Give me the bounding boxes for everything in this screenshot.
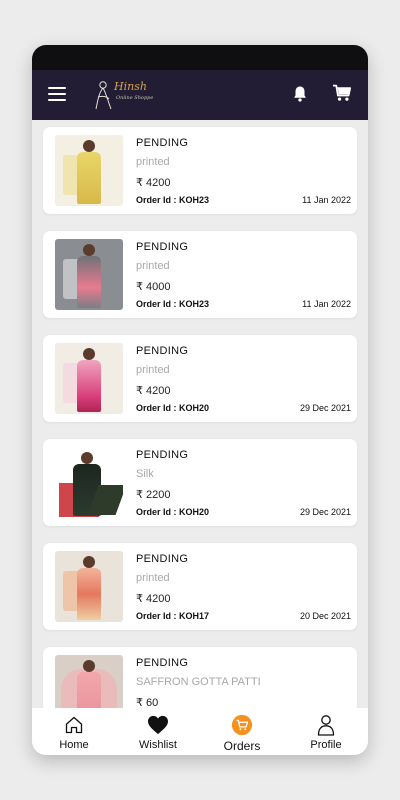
order-id: Order Id : KOH20 <box>136 507 210 517</box>
nav-home[interactable]: Home <box>32 708 116 755</box>
brand-tagline: Online Shoppe <box>116 95 154 101</box>
logo-figure-icon <box>95 81 112 110</box>
bell-icon[interactable] <box>291 85 309 103</box>
nav-wishlist-label: Wishlist <box>139 739 177 751</box>
order-price: ₹ 4200 <box>136 177 171 189</box>
order-fabric: Silk <box>136 468 154 480</box>
order-fabric: printed <box>136 364 170 376</box>
order-fabric: SAFFRON GOTTA PATTI <box>136 676 261 688</box>
product-image <box>55 551 123 622</box>
order-card[interactable]: PENDING SAFFRON GOTTA PATTI ₹ 60 <box>43 647 357 708</box>
order-date: 11 Jan 2022 <box>302 299 351 309</box>
order-date: 29 Dec 2021 <box>299 403 351 413</box>
nav-orders[interactable]: Orders <box>200 708 284 755</box>
order-price: ₹ 4000 <box>136 281 171 293</box>
order-fabric: printed <box>136 156 170 168</box>
product-image <box>55 655 123 708</box>
order-price: ₹ 2200 <box>136 489 171 501</box>
nav-orders-label: Orders <box>223 739 261 753</box>
order-status: PENDING <box>136 345 189 357</box>
order-card[interactable]: PENDING printed ₹ 4200 Order Id : KOH20 … <box>43 335 357 422</box>
order-price: ₹ 60 <box>136 697 159 708</box>
profile-icon <box>315 714 337 736</box>
order-date: 11 Jan 2022 <box>302 195 351 205</box>
order-date: 20 Dec 2021 <box>299 611 351 621</box>
order-status: PENDING <box>136 137 189 149</box>
order-card[interactable]: PENDING printed ₹ 4200 Order Id : KOH23 … <box>43 127 357 214</box>
product-image <box>55 239 123 310</box>
order-card[interactable]: PENDING Silk ₹ 2200 Order Id : KOH20 29 … <box>43 439 357 526</box>
order-id: Order Id : KOH23 <box>136 195 210 205</box>
cart-icon[interactable] <box>332 84 352 102</box>
bottom-navigation: Home Wishlist Orders Profile <box>32 708 368 755</box>
order-fabric: printed <box>136 572 170 584</box>
phone-frame: Hinsh Online Shoppe PENDING printed ₹ 42… <box>32 45 368 755</box>
order-status: PENDING <box>136 449 189 461</box>
order-price: ₹ 4200 <box>136 385 171 397</box>
order-id: Order Id : KOH23 <box>136 299 210 309</box>
app-bar: Hinsh Online Shoppe <box>32 70 368 120</box>
order-status: PENDING <box>136 657 189 669</box>
order-id: Order Id : KOH17 <box>136 611 210 621</box>
product-image <box>55 343 123 414</box>
nav-profile-label: Profile <box>310 739 342 751</box>
product-image <box>55 447 123 518</box>
order-card[interactable]: PENDING printed ₹ 4200 Order Id : KOH17 … <box>43 543 357 630</box>
order-card[interactable]: PENDING printed ₹ 4000 Order Id : KOH23 … <box>43 231 357 318</box>
orders-cart-icon <box>231 714 253 736</box>
home-icon <box>63 714 85 736</box>
nav-home-label: Home <box>59 739 89 751</box>
nav-wishlist[interactable]: Wishlist <box>116 708 200 755</box>
order-date: 29 Dec 2021 <box>299 507 351 517</box>
status-bar <box>32 45 368 70</box>
order-id: Order Id : KOH20 <box>136 403 210 413</box>
brand-logo[interactable]: Hinsh Online Shoppe <box>92 78 162 112</box>
order-status: PENDING <box>136 241 189 253</box>
order-fabric: printed <box>136 260 170 272</box>
heart-icon <box>147 714 169 736</box>
order-price: ₹ 4200 <box>136 593 171 605</box>
orders-list[interactable]: PENDING printed ₹ 4200 Order Id : KOH23 … <box>32 120 368 708</box>
brand-name: Hinsh <box>114 80 147 93</box>
product-image <box>55 135 123 206</box>
nav-profile[interactable]: Profile <box>284 708 368 755</box>
hamburger-menu-icon[interactable] <box>48 87 66 101</box>
order-status: PENDING <box>136 553 189 565</box>
